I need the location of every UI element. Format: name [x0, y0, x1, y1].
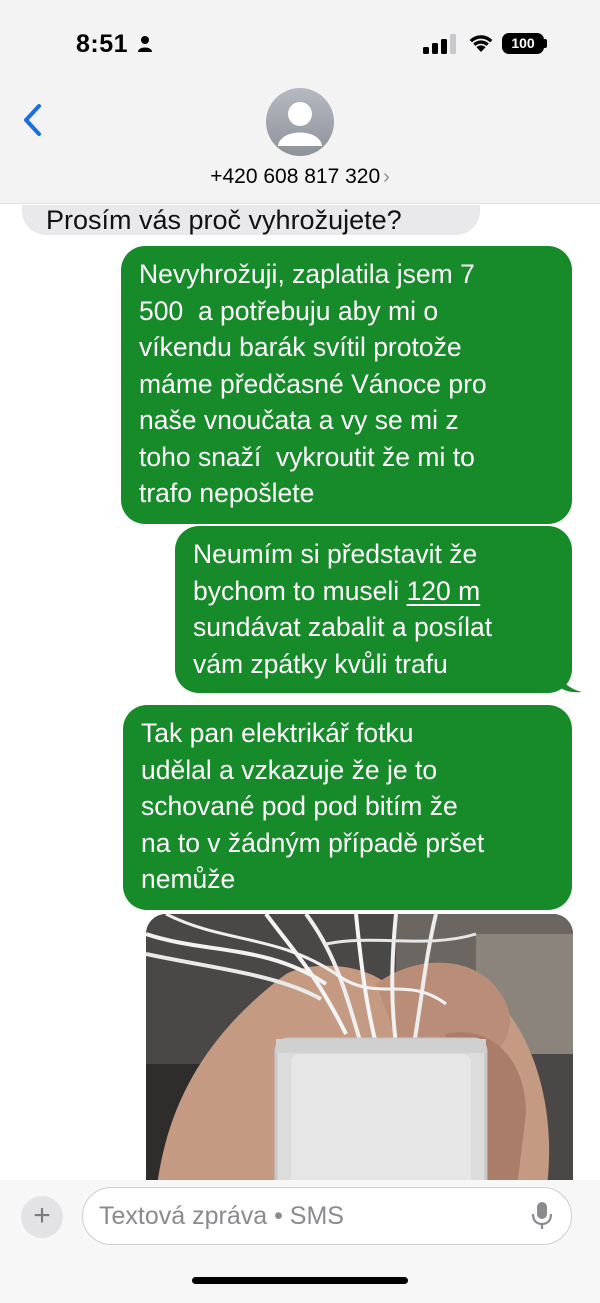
battery-icon: 100	[502, 33, 544, 54]
contact-name-button[interactable]: +420 608 817 320 ›	[0, 165, 600, 189]
contact-avatar-icon[interactable]	[266, 88, 334, 156]
message-line: toho snaží vykroutit že mi to	[139, 441, 475, 472]
compose-bar: +	[0, 1180, 600, 1303]
outgoing-message[interactable]: Tak pan elektrikář fotku udělal a vzkazu…	[123, 705, 572, 910]
message-text: Prosím vás proč vyhrožujete?	[46, 205, 402, 235]
message-line: máme předčasné Vánoce pro	[139, 368, 487, 399]
message-line: Tak pan elektrikář fotku	[141, 718, 414, 748]
cellular-signal-icon	[423, 34, 456, 54]
photo-attachment[interactable]	[146, 914, 573, 1180]
person-icon	[138, 36, 152, 52]
message-line: naše vnoučata a vy se mi z	[139, 405, 459, 435]
message-line: Nevyhrožuji, zaplatila jsem 7	[139, 259, 475, 289]
home-indicator[interactable]	[192, 1277, 408, 1284]
battery-level: 100	[511, 35, 535, 51]
message-line: 500 a potřebuju aby mi o	[139, 295, 439, 326]
chevron-left-icon[interactable]	[18, 100, 48, 140]
message-input[interactable]	[99, 1198, 519, 1234]
contact-number: +420 608 817 320	[210, 165, 381, 188]
conversation-header: +420 608 817 320 ›	[0, 86, 600, 204]
message-line: trafo nepošlete	[139, 478, 315, 508]
transformer-photo	[146, 914, 573, 1180]
message-line: udělal a vzkazuje že je to	[141, 754, 438, 785]
add-attachment-button[interactable]: +	[21, 1196, 63, 1238]
message-text: bychom to museli	[193, 575, 407, 606]
message-thread[interactable]: Prosím vás proč vyhrožujete? Nevyhrožuji…	[0, 205, 600, 1180]
microphone-icon[interactable]	[531, 1201, 553, 1231]
message-input-field[interactable]	[82, 1187, 572, 1245]
message-line: bychom to museli 120 m	[193, 573, 554, 610]
bubble-tail	[560, 673, 582, 693]
chevron-right-icon: ›	[383, 166, 390, 188]
message-line: vám zpátky kvůli trafu	[193, 648, 448, 679]
detected-measurement-link[interactable]: 120 m	[407, 576, 481, 606]
message-line: nemůže	[141, 864, 236, 894]
battery-nub	[544, 39, 547, 48]
wifi-icon	[469, 35, 493, 52]
outgoing-message[interactable]: Neumím si představit že bychom to museli…	[175, 526, 572, 693]
status-time: 8:51	[76, 30, 129, 58]
incoming-message[interactable]: Prosím vás proč vyhrožujete?	[22, 205, 480, 235]
avatar-silhouette	[278, 102, 322, 146]
outgoing-message[interactable]: Nevyhrožuji, zaplatila jsem 7 500 a potř…	[121, 246, 572, 524]
message-line: sundávat zabalit a posílat	[193, 612, 493, 642]
message-line: schované pod pod bitím že	[141, 791, 458, 821]
status-bar: 8:51 100	[0, 0, 600, 86]
message-line: Neumím si představit že	[193, 539, 478, 569]
message-line: na to v žádným případě pršet	[141, 827, 485, 858]
message-line: víkendu barák svítil protože	[139, 332, 462, 362]
